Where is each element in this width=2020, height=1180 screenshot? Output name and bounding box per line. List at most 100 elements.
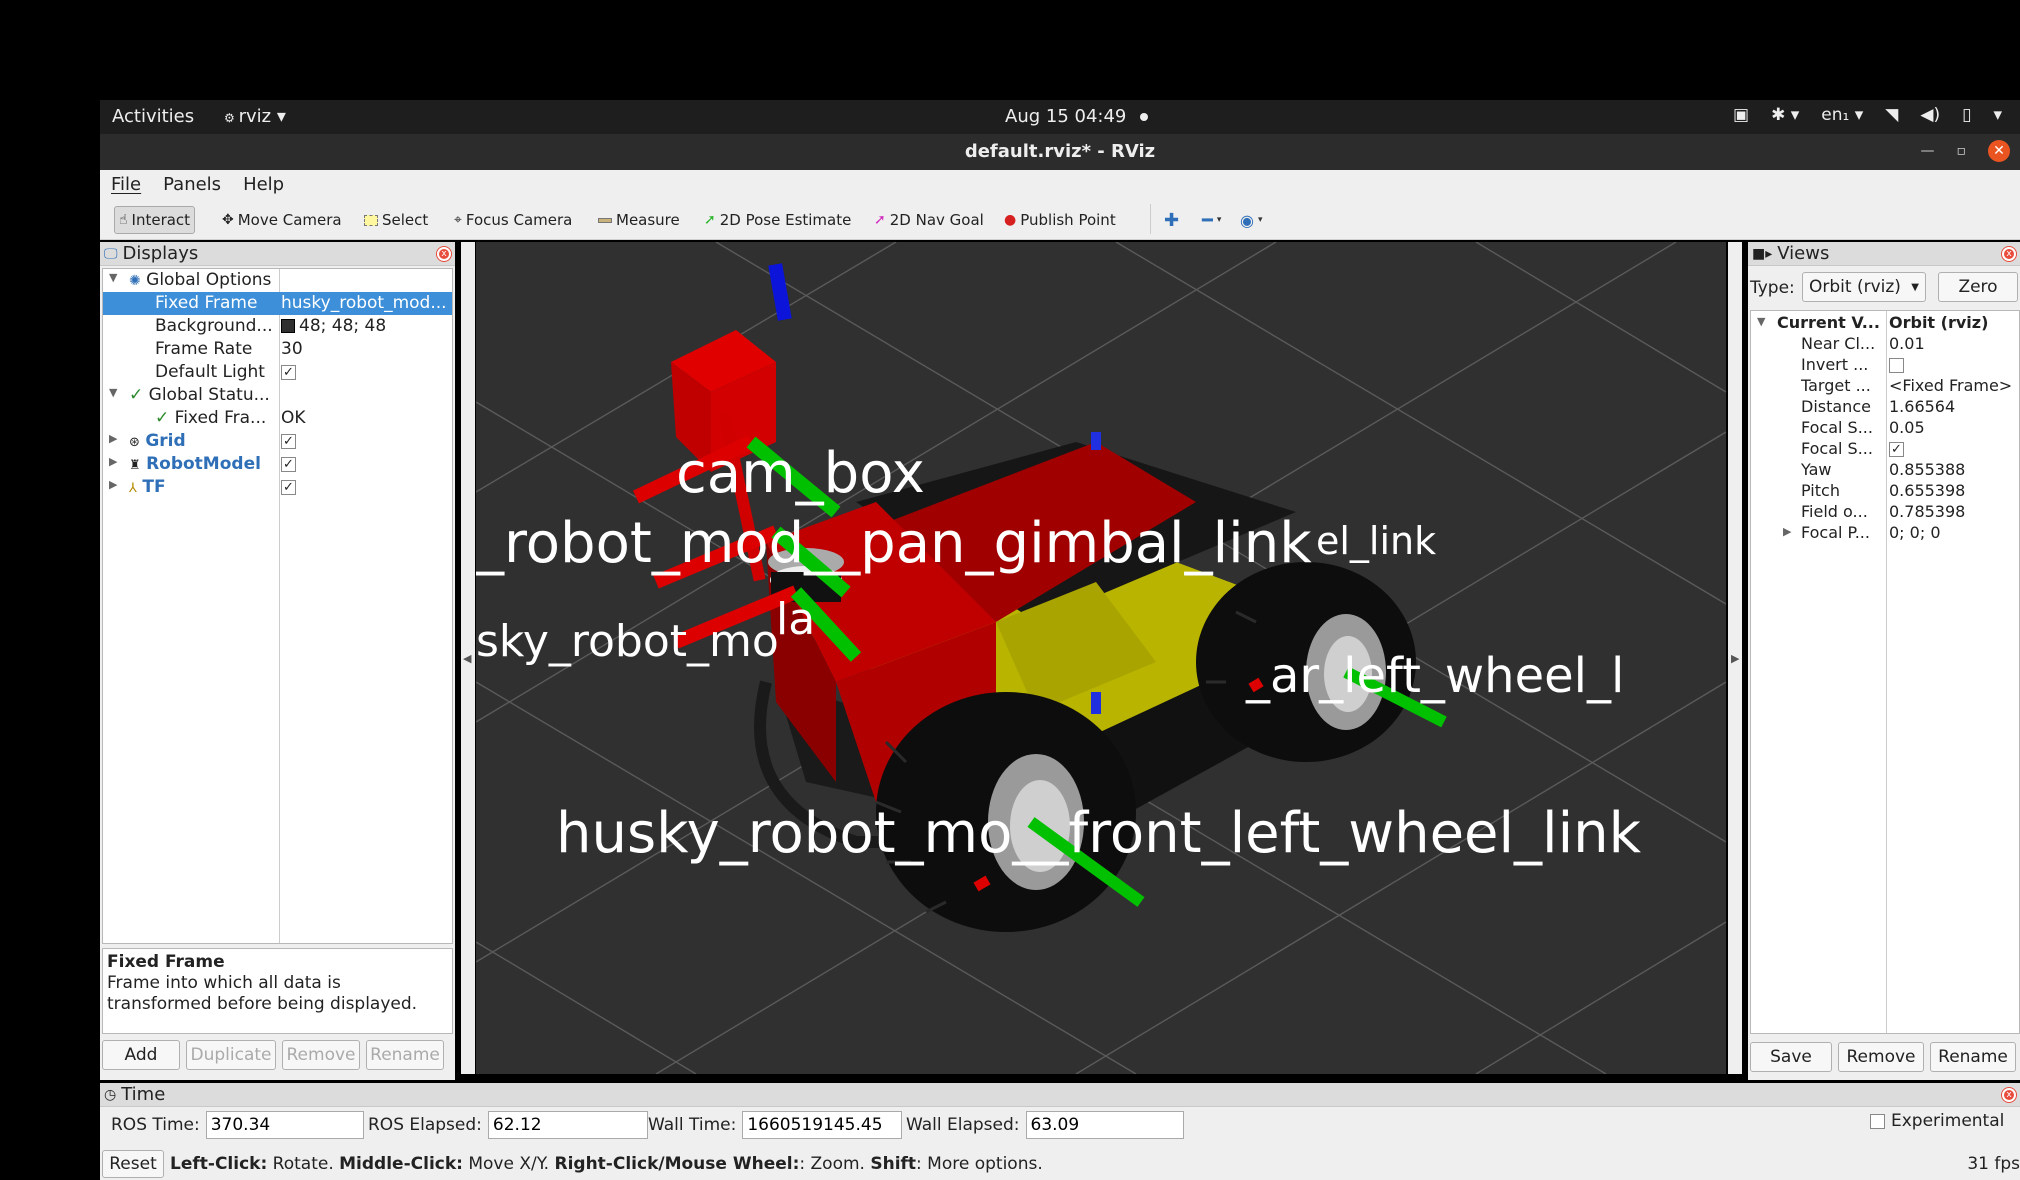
tree-row-frame-rate[interactable]: Frame Rate 30: [103, 338, 452, 361]
collapse-arrow-icon[interactable]: ▶: [109, 455, 117, 468]
activities-button[interactable]: Activities: [112, 106, 194, 127]
select-tool[interactable]: Select: [360, 206, 432, 234]
close-panel-icon[interactable]: x: [437, 247, 451, 261]
tree-row-tf[interactable]: ▶ ⅄ TF ✓: [103, 476, 452, 499]
close-panel-icon[interactable]: x: [2002, 1088, 2016, 1102]
expand-arrow-icon[interactable]: ▼: [109, 386, 117, 399]
tree-row-fixed-frame-status[interactable]: ✓ Fixed Fra... OK: [103, 407, 452, 430]
expand-arrow-icon[interactable]: ▼: [109, 271, 117, 284]
view-row-focal-shape[interactable]: Focal S... ✓: [1751, 439, 2019, 460]
collapse-right-icon[interactable]: ▶: [1731, 652, 1739, 665]
close-panel-icon[interactable]: x: [2002, 247, 2016, 261]
scene-canvas[interactable]: cam_box _robot_mod__pan_gimbal_link el_l…: [476, 242, 1726, 1074]
publish-point-tool[interactable]: ● Publish Point: [1000, 206, 1120, 234]
grid-checkbox[interactable]: ✓: [281, 433, 296, 449]
menu-help[interactable]: Help: [243, 174, 284, 195]
collapse-left-icon[interactable]: ◀: [463, 652, 471, 665]
view-row-current[interactable]: ▼ Current V... Orbit (rviz): [1751, 313, 2019, 334]
left-splitter[interactable]: ◀: [461, 242, 475, 1074]
view-row-pitch[interactable]: Pitch 0.655398: [1751, 481, 2019, 502]
maximize-icon[interactable]: ▫: [1957, 143, 1967, 159]
language-indicator[interactable]: en₁ ▾: [1821, 105, 1863, 125]
network-icon[interactable]: ◥: [1885, 105, 1898, 125]
move-camera-tool[interactable]: ✥ Move Camera: [218, 206, 346, 234]
add-tool-icon[interactable]: ✚: [1160, 206, 1183, 234]
experimental-field[interactable]: Experimental: [1870, 1111, 2004, 1131]
render-viewport[interactable]: cam_box _robot_mod__pan_gimbal_link el_l…: [476, 242, 1726, 1074]
views-tree[interactable]: ▼ Current V... Orbit (rviz) Near Cl... 0…: [1750, 310, 2020, 1034]
measure-tool[interactable]: Measure: [594, 206, 684, 234]
remove-display-button[interactable]: Remove: [282, 1040, 360, 1070]
robot-model-checkbox[interactable]: ✓: [281, 456, 296, 472]
view-row-invert[interactable]: Invert ...: [1751, 355, 2019, 376]
tf-checkbox[interactable]: ✓: [281, 479, 296, 495]
view-row-distance[interactable]: Distance 1.66564: [1751, 397, 2019, 418]
reset-button[interactable]: Reset: [102, 1150, 164, 1178]
tree-row-fixed-frame[interactable]: Fixed Frame husky_robot_mod...: [103, 292, 452, 315]
distance-value[interactable]: 1.66564: [1889, 397, 1955, 416]
focal-size-value[interactable]: 0.05: [1889, 418, 1925, 437]
system-tray[interactable]: ▣ ✱ ▾ en₁ ▾ ◥ ◀) ▯ ▾: [1733, 105, 2002, 125]
pose-estimate-tool[interactable]: ➚ 2D Pose Estimate: [700, 206, 855, 234]
view-row-focal-point[interactable]: ▶ Focal P... 0; 0; 0: [1751, 523, 2019, 544]
collapse-arrow-icon[interactable]: ▶: [109, 432, 117, 445]
tree-row-robot-model[interactable]: ▶ ♜ RobotModel ✓: [103, 453, 452, 476]
interact-tool[interactable]: ☝ Interact: [114, 206, 196, 234]
volume-icon[interactable]: ◀): [1920, 105, 1940, 125]
frame-rate-value[interactable]: 30: [281, 339, 303, 359]
clock[interactable]: Aug 15 04:49: [1005, 106, 1149, 127]
tree-row-grid[interactable]: ▶ ⊛ Grid ✓: [103, 430, 452, 453]
minimize-icon[interactable]: —: [1921, 143, 1935, 159]
tree-row-background[interactable]: Background... 48; 48; 48: [103, 315, 452, 338]
battery-icon[interactable]: ▯: [1962, 105, 1971, 125]
displays-tree[interactable]: ▼ ✺ Global Options Fixed Frame husky_rob…: [102, 268, 453, 944]
view-row-yaw[interactable]: Yaw 0.855388: [1751, 460, 2019, 481]
ros-time-input[interactable]: [205, 1111, 364, 1139]
rename-view-button[interactable]: Rename: [1930, 1042, 2016, 1072]
view-row-target[interactable]: Target ... <Fixed Frame>: [1751, 376, 2019, 397]
zero-button[interactable]: Zero: [1938, 272, 2018, 302]
menu-panels[interactable]: Panels: [163, 174, 221, 195]
window-title-bar[interactable]: default.rviz* - RViz — ▫ ✕: [100, 134, 2020, 170]
fixed-frame-value[interactable]: husky_robot_mod...: [279, 293, 447, 313]
invert-checkbox[interactable]: [1889, 358, 1904, 373]
accessibility-icon[interactable]: ✱ ▾: [1771, 105, 1799, 125]
save-view-button[interactable]: Save: [1750, 1042, 1832, 1072]
duplicate-display-button[interactable]: Duplicate: [186, 1040, 276, 1070]
tree-row-default-light[interactable]: Default Light ✓: [103, 361, 452, 384]
fov-value[interactable]: 0.785398: [1889, 502, 1965, 521]
ros-elapsed-input[interactable]: [487, 1111, 648, 1139]
wall-elapsed-input[interactable]: [1025, 1111, 1184, 1139]
color-swatch[interactable]: [281, 319, 295, 333]
view-row-near-clip[interactable]: Near Cl... 0.01: [1751, 334, 2019, 355]
view-type-select[interactable]: Orbit (rviz) ▼: [1802, 272, 1926, 302]
default-light-checkbox[interactable]: ✓: [281, 364, 296, 380]
rename-display-button[interactable]: Rename: [366, 1040, 444, 1070]
view-tool-icon[interactable]: ◉ ▾: [1236, 206, 1267, 234]
tree-row-global-status[interactable]: ▼ ✓ Global Statu...: [103, 384, 452, 407]
wall-time-input[interactable]: [742, 1111, 903, 1139]
right-splitter[interactable]: ▶: [1728, 242, 1742, 1074]
close-icon[interactable]: ✕: [1988, 140, 2010, 162]
target-value[interactable]: <Fixed Frame>: [1889, 376, 2012, 395]
focus-camera-tool[interactable]: ⌖ Focus Camera: [450, 206, 576, 234]
near-clip-value[interactable]: 0.01: [1889, 334, 1925, 353]
experimental-checkbox[interactable]: [1870, 1113, 1885, 1129]
add-display-button[interactable]: Add: [102, 1040, 180, 1070]
menu-file[interactable]: File: [111, 174, 141, 195]
focal-point-value[interactable]: 0; 0; 0: [1889, 523, 1941, 542]
remove-view-button[interactable]: Remove: [1838, 1042, 1924, 1072]
tree-row-global-options[interactable]: ▼ ✺ Global Options: [103, 269, 452, 292]
view-row-fov[interactable]: Field o... 0.785398: [1751, 502, 2019, 523]
collapse-arrow-icon[interactable]: ▶: [1783, 525, 1791, 538]
focal-shape-checkbox[interactable]: ✓: [1889, 442, 1904, 457]
yaw-value[interactable]: 0.855388: [1889, 460, 1965, 479]
pitch-value[interactable]: 0.655398: [1889, 481, 1965, 500]
expand-arrow-icon[interactable]: ▼: [1757, 315, 1765, 328]
view-row-focal-size[interactable]: Focal S... 0.05: [1751, 418, 2019, 439]
remove-tool-icon[interactable]: ━ ▾: [1198, 206, 1225, 234]
nav-goal-tool[interactable]: ➚ 2D Nav Goal: [870, 206, 988, 234]
camera-icon[interactable]: ▣: [1733, 105, 1749, 125]
collapse-arrow-icon[interactable]: ▶: [109, 478, 117, 491]
power-menu-icon[interactable]: ▾: [1993, 105, 2002, 125]
